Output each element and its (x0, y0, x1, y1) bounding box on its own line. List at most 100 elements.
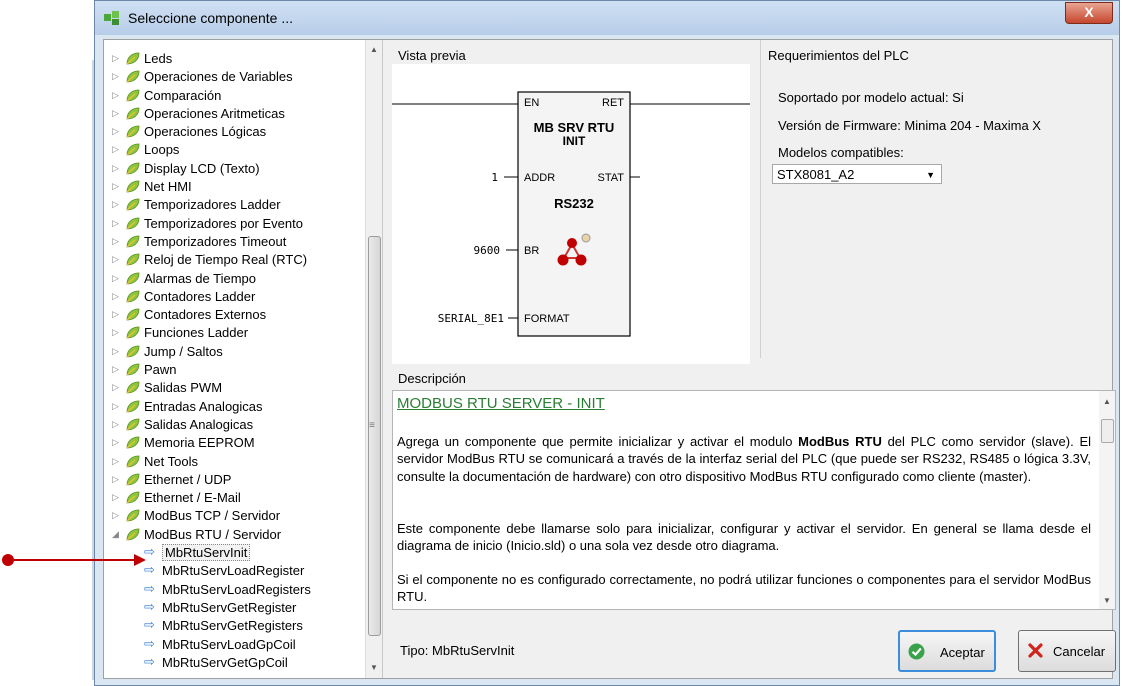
leaf-icon (126, 400, 140, 413)
tree-category[interactable]: ▷ Comparación (104, 87, 366, 105)
tree-category[interactable]: ▷ Salidas Analogicas (104, 416, 366, 434)
collapsed-arrow-icon[interactable]: ▷ (112, 199, 119, 210)
tree-category[interactable]: ▷ Contadores Ladder (104, 288, 366, 306)
tree-category-label: Salidas PWM (144, 380, 223, 396)
tree-category[interactable]: ▷ Loops (104, 141, 366, 159)
tree-category[interactable]: ▷ Leds (104, 50, 366, 68)
collapsed-arrow-icon[interactable]: ▷ (112, 126, 119, 137)
tree-category[interactable]: ▷ Operaciones de Variables (104, 68, 366, 86)
tree-category[interactable]: ▷ Pawn (104, 361, 366, 379)
tree-category-label: Display LCD (Texto) (144, 160, 260, 176)
collapsed-arrow-icon[interactable]: ▷ (112, 327, 119, 338)
tree-category[interactable]: ▷ Operaciones Lógicas (104, 123, 366, 141)
collapsed-arrow-icon[interactable]: ▷ (112, 419, 119, 430)
tree-child-item[interactable]: ⇨ MbRtuServLoadRegisters (104, 581, 366, 599)
panel-divider (760, 40, 761, 358)
collapsed-arrow-icon[interactable]: ▷ (112, 291, 119, 302)
tree-child-item[interactable]: ⇨ MbRtuServGetRegister (104, 599, 366, 617)
collapsed-arrow-icon[interactable]: ▷ (112, 53, 119, 64)
tree-category-label: Alarmas de Tiempo (144, 270, 256, 286)
tree-category[interactable]: ◢ ModBus RTU / Servidor (104, 526, 366, 544)
collapsed-arrow-icon[interactable]: ▷ (112, 456, 119, 467)
tree-category[interactable]: ▷ Temporizadores Timeout (104, 233, 366, 251)
collapsed-arrow-icon[interactable]: ▷ (112, 510, 119, 521)
block-name-line1: MB SRV RTU (534, 120, 615, 135)
collapsed-arrow-icon[interactable]: ▷ (112, 273, 119, 284)
tree-category[interactable]: ▷ Contadores Externos (104, 306, 366, 324)
description-paragraph-3: Si el componente no es configurado corre… (397, 572, 1091, 605)
collapsed-arrow-icon[interactable]: ▷ (112, 108, 119, 119)
pin-stat: STAT (598, 172, 625, 184)
tree-category[interactable]: ▷ Temporizadores por Evento (104, 215, 366, 233)
leaf-icon (126, 455, 140, 468)
tree-category[interactable]: ▷ Alarmas de Tiempo (104, 270, 366, 288)
leaf-icon (126, 125, 140, 138)
close-button[interactable]: X (1065, 2, 1113, 24)
collapsed-arrow-icon[interactable]: ▷ (112, 90, 119, 101)
scroll-down-icon[interactable]: ▼ (366, 660, 382, 676)
tree-child-item[interactable]: ⇨ MbRtuServLoadGpCoil (104, 636, 366, 654)
tree-category-label: Comparación (144, 87, 222, 103)
tree-category[interactable]: ▷ Entradas Analogicas (104, 398, 366, 416)
cancel-button[interactable]: Cancelar (1018, 630, 1116, 672)
collapsed-arrow-icon[interactable]: ▷ (112, 382, 119, 393)
collapsed-arrow-icon[interactable]: ▷ (112, 437, 119, 448)
annotation-arrow-head (134, 554, 146, 566)
collapsed-arrow-icon[interactable]: ▷ (112, 163, 119, 174)
description-title-link[interactable]: MODBUS RTU SERVER - INIT (397, 395, 605, 412)
collapsed-arrow-icon[interactable]: ▷ (112, 218, 119, 229)
description-scrollbar[interactable]: ▲ ▼ (1099, 391, 1115, 609)
tree-category[interactable]: ▷ Reloj de Tiempo Real (RTC) (104, 251, 366, 269)
tree-category[interactable]: ▷ Net Tools (104, 453, 366, 471)
tree-category[interactable]: ▷ Ethernet / UDP (104, 471, 366, 489)
collapsed-arrow-icon[interactable]: ▷ (112, 492, 119, 503)
tree-category-label: Pawn (144, 362, 177, 378)
tree-category[interactable]: ▷ Operaciones Aritmeticas (104, 105, 366, 123)
title-bar[interactable]: Seleccione componente ... X (95, 1, 1119, 35)
scroll-down-icon[interactable]: ▼ (1099, 596, 1115, 605)
leaf-icon (126, 52, 140, 65)
tree-category[interactable]: ▷ Jump / Saltos (104, 343, 366, 361)
tree-category-label: Ethernet / E-Mail (144, 490, 241, 506)
scroll-thumb[interactable] (1101, 419, 1114, 443)
models-select-value: STX8081_A2 (777, 167, 855, 182)
dialog-body: ▷ Leds ▷ Operaciones de Variables ▷ Comparaci… (103, 39, 1116, 679)
leaf-icon (126, 290, 140, 303)
tree-category[interactable]: ▷ Temporizadores Ladder (104, 196, 366, 214)
scroll-up-icon[interactable]: ▲ (1099, 397, 1115, 406)
tree-category[interactable]: ▷ Salidas PWM (104, 379, 366, 397)
collapsed-arrow-icon[interactable]: ▷ (112, 181, 119, 192)
collapsed-arrow-icon[interactable]: ▷ (112, 309, 119, 320)
tree-category[interactable]: ▷ Funciones Ladder (104, 324, 366, 342)
tree-child-item[interactable]: ⇨ MbRtuServGetGpCoil (104, 654, 366, 672)
leaf-icon (126, 89, 140, 102)
window-title: Seleccione componente ... (128, 10, 293, 26)
expanded-arrow-icon[interactable]: ◢ (112, 529, 119, 540)
collapsed-arrow-icon[interactable]: ▷ (112, 236, 119, 247)
component-tree[interactable]: ▷ Leds ▷ Operaciones de Variables ▷ Comparaci… (104, 40, 383, 678)
tree-child-item[interactable]: ⇨ MbRtuServGetRegisters (104, 617, 366, 635)
collapsed-arrow-icon[interactable]: ▷ (112, 144, 119, 155)
tree-category-label: Temporizadores por Evento (144, 215, 303, 231)
collapsed-arrow-icon[interactable]: ▷ (112, 401, 119, 412)
collapsed-arrow-icon[interactable]: ▷ (112, 254, 119, 265)
tree-category-label: Salidas Analogicas (144, 416, 254, 432)
collapsed-arrow-icon[interactable]: ▷ (112, 474, 119, 485)
scroll-up-icon[interactable]: ▲ (366, 42, 382, 58)
collapsed-arrow-icon[interactable]: ▷ (112, 364, 119, 375)
scroll-thumb[interactable] (368, 236, 381, 636)
tree-category[interactable]: ▷ Display LCD (Texto) (104, 160, 366, 178)
collapsed-arrow-icon[interactable]: ▷ (112, 71, 119, 82)
accept-button[interactable]: Aceptar (898, 630, 996, 672)
models-select[interactable]: STX8081_A2 ▼ (772, 164, 942, 184)
tree-category[interactable]: ▷ Ethernet / E-Mail (104, 489, 366, 507)
tree-category-label: Ethernet / UDP (144, 471, 232, 487)
tree-category-label: ModBus RTU / Servidor (144, 526, 282, 542)
description-box[interactable]: MODBUS RTU SERVER - INIT Agrega un compo… (392, 390, 1116, 610)
close-icon (1028, 643, 1043, 658)
tree-scrollbar[interactable]: ▲ ≡ ▼ (365, 40, 382, 678)
tree-category[interactable]: ▷ Net HMI (104, 178, 366, 196)
tree-category[interactable]: ▷ Memoria EEPROM (104, 434, 366, 452)
tree-category[interactable]: ▷ ModBus TCP / Servidor (104, 507, 366, 525)
collapsed-arrow-icon[interactable]: ▷ (112, 346, 119, 357)
